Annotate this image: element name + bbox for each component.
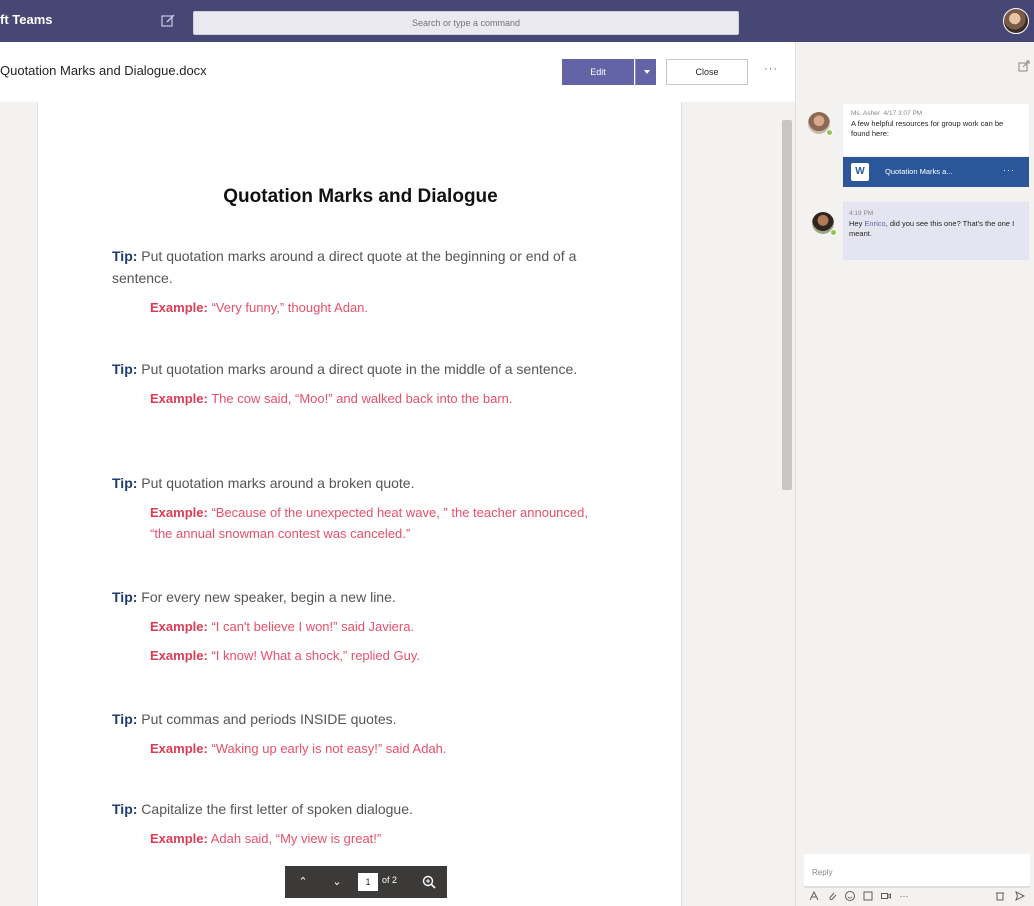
- reply-placeholder: Reply: [812, 868, 833, 877]
- example-body: “Waking up early is not easy!” said Adah…: [211, 741, 447, 756]
- delete-icon[interactable]: [994, 890, 1006, 902]
- message-text: Hey Enrico, did you see this one? That's…: [849, 219, 1023, 239]
- meet-now-icon[interactable]: [880, 890, 892, 902]
- compose-toolbar: ···: [804, 890, 1030, 906]
- example-label: Example:: [150, 619, 208, 634]
- page-number-input[interactable]: 1: [358, 873, 378, 891]
- previous-page-chevron-up-icon[interactable]: ⌃: [289, 866, 317, 898]
- page-count: of 2: [382, 875, 398, 885]
- user-mention[interactable]: Enrico: [864, 219, 885, 228]
- example-label: Example:: [150, 391, 208, 406]
- example-body: “I can't believe I won!” said Javiera.: [211, 619, 415, 634]
- example-label: Example:: [150, 648, 208, 663]
- compose-icon[interactable]: [160, 13, 176, 29]
- chat-message: Ms. Asher 4/17 3:07 PM A few helpful res…: [843, 104, 1029, 156]
- emoji-icon[interactable]: [844, 890, 856, 902]
- example-label: Example:: [150, 300, 208, 315]
- tip-block: Tip: For every new speaker, begin a new …: [112, 586, 612, 666]
- tip-block: Tip: Put quotation marks around a direct…: [112, 358, 612, 409]
- document-filename: Quotation Marks and Dialogue.docx: [0, 63, 207, 78]
- app-header-bar: ft Teams: [0, 0, 1034, 42]
- user-avatar[interactable]: [1003, 8, 1029, 34]
- app-title: ft Teams: [0, 12, 53, 27]
- example-text: Example: “I know! What a shock,” replied…: [112, 645, 612, 666]
- close-button[interactable]: Close: [666, 59, 748, 85]
- example-label: Example:: [150, 741, 208, 756]
- document-heading: Quotation Marks and Dialogue: [223, 186, 498, 207]
- tip-body: Capitalize the first letter of spoken di…: [137, 801, 413, 817]
- tip-block: Tip: Put quotation marks around a direct…: [112, 245, 612, 318]
- message-time: 4:19 PM: [849, 210, 874, 217]
- attachment-name[interactable]: Quotation Marks a...: [885, 167, 953, 176]
- tip-text: Tip: Capitalize the first letter of spok…: [112, 798, 612, 820]
- attachment-more-icon[interactable]: ···: [1003, 165, 1015, 175]
- example-text: Example: “Very funny,” thought Adan.: [112, 297, 612, 318]
- message-author: Ms. Asher: [851, 110, 880, 117]
- tip-label: Tip:: [112, 361, 138, 377]
- presence-icon: [826, 129, 833, 136]
- page-navigator: ⌃ ⌄ 1 of 2: [285, 866, 447, 898]
- more-options-icon[interactable]: ···: [764, 63, 778, 75]
- conversation-pane: Ms. Asher 4/17 3:07 PM A few helpful res…: [795, 42, 1034, 906]
- chat-message: 4:19 PM Hey Enrico, did you see this one…: [843, 202, 1029, 260]
- tip-body: For every new speaker, begin a new line.: [137, 589, 396, 605]
- zoom-icon[interactable]: [421, 874, 437, 890]
- tip-body: Put quotation marks around a direct quot…: [137, 361, 578, 377]
- example-label: Example:: [150, 831, 208, 846]
- tip-body: Put quotation marks around a direct quot…: [112, 248, 577, 286]
- tip-text: Tip: For every new speaker, begin a new …: [112, 586, 612, 608]
- example-text: Example: “I can't believe I won!” said J…: [112, 616, 612, 637]
- file-attachment-card[interactable]: W Quotation Marks a... ···: [843, 157, 1029, 187]
- example-text: Example: “Because of the unexpected heat…: [112, 502, 612, 544]
- presence-icon: [830, 229, 837, 236]
- attach-icon[interactable]: [826, 890, 838, 902]
- example-body: “Because of the unexpected heat wave, ” …: [150, 505, 588, 541]
- tip-text: Tip: Put quotation marks around a direct…: [112, 358, 612, 380]
- example-text: Example: The cow said, “Moo!” and walked…: [112, 388, 612, 409]
- tip-text: Tip: Put commas and periods INSIDE quote…: [112, 708, 612, 730]
- tip-label: Tip:: [112, 248, 138, 264]
- tip-text: Tip: Put quotation marks around a broken…: [112, 472, 612, 494]
- edit-button[interactable]: Edit: [562, 59, 634, 85]
- message-text: A few helpful resources for group work c…: [851, 119, 1004, 138]
- example-body: The cow said, “Moo!” and walked back int…: [211, 391, 513, 406]
- example-body: “I know! What a shock,” replied Guy.: [211, 648, 420, 663]
- document-header: Quotation Marks and Dialogue.docx Edit C…: [0, 42, 795, 102]
- pop-out-icon[interactable]: [1018, 60, 1030, 72]
- document-page: Quotation Marks and Dialogue Tip: Put qu…: [37, 102, 682, 906]
- tip-text: Tip: Put quotation marks around a direct…: [112, 245, 612, 289]
- word-file-icon: W: [851, 163, 869, 181]
- sticker-icon[interactable]: [862, 890, 874, 902]
- tip-label: Tip:: [112, 589, 138, 605]
- tip-body: Put quotation marks around a broken quot…: [137, 475, 415, 491]
- search-input[interactable]: [193, 11, 739, 35]
- example-text: Example: “Waking up early is not easy!” …: [112, 738, 612, 759]
- message-time: 4/17 3:07 PM: [883, 110, 923, 117]
- tip-label: Tip:: [112, 475, 138, 491]
- tip-block: Tip: Put quotation marks around a broken…: [112, 472, 612, 544]
- send-icon[interactable]: [1014, 890, 1026, 902]
- example-body: Adah said, “My view is great!”: [210, 831, 382, 846]
- tip-label: Tip:: [112, 801, 138, 817]
- format-icon[interactable]: [808, 890, 820, 902]
- tip-label: Tip:: [112, 711, 138, 727]
- tip-body: Put commas and periods INSIDE quotes.: [137, 711, 397, 727]
- message-text-start: Hey: [849, 219, 865, 228]
- example-body: “Very funny,” thought Adan.: [211, 300, 369, 315]
- tip-block: Tip: Put commas and periods INSIDE quote…: [112, 708, 612, 759]
- tip-block: Tip: Capitalize the first letter of spok…: [112, 798, 612, 849]
- next-page-chevron-down-icon[interactable]: ⌄: [323, 866, 351, 898]
- message-meta: Ms. Asher 4/17 3:07 PM: [851, 110, 1021, 117]
- example-label: Example:: [150, 505, 208, 520]
- example-text: Example: Adah said, “My view is great!”: [112, 828, 612, 849]
- document-viewer: Quotation Marks and Dialogue Tip: Put qu…: [0, 102, 795, 906]
- reply-box[interactable]: Reply: [804, 854, 1030, 888]
- scrollbar-thumb[interactable]: [782, 120, 792, 490]
- more-tools-icon[interactable]: ···: [898, 890, 910, 902]
- edit-dropdown-chevron-icon[interactable]: [635, 59, 656, 85]
